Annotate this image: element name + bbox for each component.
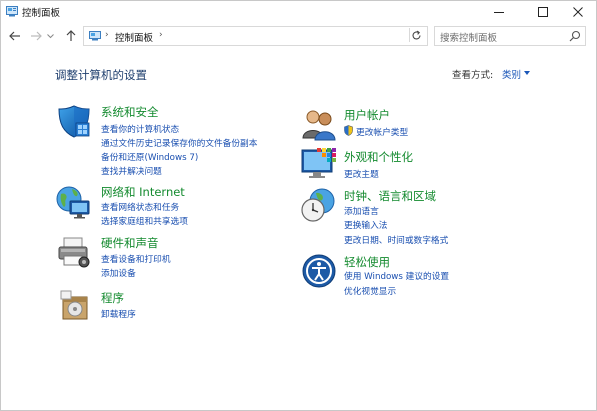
link-change-date-time-format[interactable]: 更改日期、时间或数字格式: [344, 233, 448, 246]
link-recommended-settings[interactable]: 使用 Windows 建议的设置: [344, 269, 449, 282]
search-icon[interactable]: [569, 30, 581, 42]
link-backup-restore[interactable]: 备份和还原(Windows 7): [101, 150, 198, 163]
breadcrumb-chevron-icon[interactable]: ›: [159, 30, 163, 40]
chevron-down-icon: [46, 33, 54, 38]
link-change-input-method[interactable]: 更换输入法: [344, 218, 387, 231]
refresh-button[interactable]: [409, 28, 423, 42]
search-input[interactable]: 搜索控制面板: [440, 30, 497, 44]
link-troubleshoot[interactable]: 查找并解决问题: [101, 164, 162, 177]
close-button[interactable]: [559, 1, 597, 23]
ease-of-access-icon[interactable]: [301, 253, 337, 289]
maximize-button[interactable]: [524, 1, 562, 23]
link-uninstall-program[interactable]: 卸载程序: [101, 307, 136, 320]
arrow-left-icon: [9, 31, 20, 41]
category-title-user-accounts[interactable]: 用户帐户: [344, 107, 390, 123]
arrow-up-icon: [66, 30, 76, 41]
forward-button[interactable]: [28, 28, 44, 44]
chevron-down-icon[interactable]: [524, 71, 530, 75]
breadcrumb-control-panel[interactable]: 控制面板: [115, 30, 153, 44]
link-add-device[interactable]: 添加设备: [101, 266, 136, 279]
category-title-system-security[interactable]: 系统和安全: [101, 104, 159, 120]
arrow-right-icon: [31, 31, 42, 41]
navigation-bar: › 控制面板 › 搜索控制面板: [1, 24, 596, 48]
refresh-icon: [412, 30, 421, 39]
category-title-programs[interactable]: 程序: [101, 290, 124, 306]
search-box[interactable]: 搜索控制面板: [434, 26, 586, 46]
window-title: 控制面板: [22, 8, 61, 19]
link-devices-printers[interactable]: 查看设备和打印机: [101, 252, 171, 265]
close-icon: [573, 7, 583, 17]
category-title-appearance[interactable]: 外观和个性化: [344, 149, 413, 165]
printer-icon[interactable]: [56, 234, 92, 270]
category-title-clock-language[interactable]: 时钟、语言和区域: [344, 188, 436, 204]
link-change-theme[interactable]: 更改主题: [344, 167, 379, 180]
title-bar: 控制面板: [1, 1, 596, 23]
category-title-ease-of-access[interactable]: 轻松使用: [344, 254, 390, 270]
clock-globe-icon[interactable]: [300, 187, 336, 223]
control-panel-location-icon: [89, 31, 101, 41]
programs-icon[interactable]: [57, 287, 93, 323]
up-button[interactable]: [63, 28, 79, 44]
link-view-computer-status[interactable]: 查看你的计算机状态: [101, 122, 179, 135]
link-change-account-type[interactable]: 更改帐户类型: [356, 125, 408, 138]
appearance-monitor-icon[interactable]: [301, 146, 337, 182]
minimize-icon: [494, 12, 504, 13]
view-by-label: 查看方式:: [452, 70, 494, 81]
view-by-dropdown[interactable]: 类别: [502, 67, 521, 81]
users-icon[interactable]: [301, 106, 337, 142]
control-panel-app-icon: [6, 6, 18, 17]
back-button[interactable]: [7, 28, 23, 44]
category-title-hardware-sound[interactable]: 硬件和声音: [101, 235, 159, 251]
minimize-button[interactable]: [480, 1, 518, 23]
shield-icon[interactable]: [56, 103, 92, 139]
control-panel-window: 控制面板 › 控制面板 › 搜索控制面板 调整计算机的设置 查看方式: 类别 系…: [0, 0, 597, 411]
link-network-status[interactable]: 查看网络状态和任务: [101, 200, 179, 213]
link-file-history-backup[interactable]: 通过文件历史记录保存你的文件备份副本: [101, 136, 257, 149]
link-homegroup-sharing[interactable]: 选择家庭组和共享选项: [101, 214, 188, 227]
link-optimize-visual-display[interactable]: 优化视觉显示: [344, 284, 396, 297]
maximize-icon: [538, 7, 548, 17]
category-title-network-internet[interactable]: 网络和 Internet: [101, 184, 185, 200]
network-globe-icon[interactable]: [55, 184, 91, 220]
recent-locations-button[interactable]: [45, 28, 55, 44]
address-bar[interactable]: › 控制面板 ›: [83, 26, 484, 46]
page-title: 调整计算机的设置: [55, 68, 147, 82]
breadcrumb-chevron-icon[interactable]: ›: [105, 30, 109, 40]
link-add-language[interactable]: 添加语言: [344, 204, 379, 217]
uac-shield-icon: [344, 125, 353, 136]
